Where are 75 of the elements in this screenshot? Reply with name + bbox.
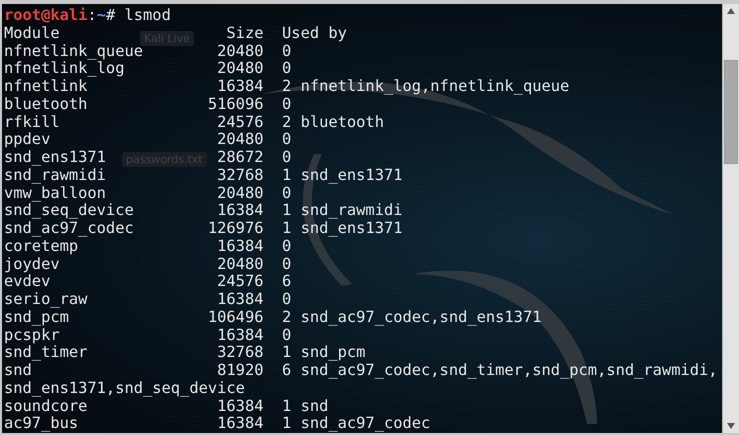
module-size: 20480 — [217, 42, 264, 60]
module-name: nfnetlink_queue — [4, 42, 143, 60]
module-name: nfnetlink — [4, 77, 88, 95]
module-name: bluetooth — [4, 94, 88, 113]
module-name: evdev — [4, 272, 50, 290]
module-size: 81920 — [217, 361, 264, 379]
module-size: 32768 — [217, 343, 264, 362]
module-used-by: 1 snd_ens1371 — [282, 219, 402, 237]
module-used-by: 0 — [282, 184, 292, 202]
column-header: Size — [226, 24, 264, 42]
module-size: 20480 — [217, 59, 264, 78]
module-size: 16384 — [217, 201, 264, 220]
scroll-up-icon[interactable] — [727, 8, 735, 14]
module-size: 16384 — [217, 290, 264, 308]
module-name: snd_ac97_codec — [4, 219, 134, 237]
module-name: snd_pcm — [4, 308, 69, 326]
module-name: joydev — [4, 254, 60, 272]
module-name: serio_raw — [4, 290, 88, 308]
module-name: ppdev — [4, 130, 50, 148]
module-name: snd_timer — [4, 343, 88, 362]
module-used-by: 0 — [282, 326, 292, 344]
module-name: snd — [4, 361, 32, 379]
module-used-by: 0 — [282, 130, 292, 148]
module-size: 16384 — [217, 414, 264, 432]
column-header: Used by — [282, 24, 347, 42]
module-name: rfkill — [4, 112, 60, 130]
module-used-by: 1 snd_pcm — [282, 343, 366, 362]
module-size: 32768 — [217, 166, 264, 184]
module-used-by: 0 — [282, 148, 292, 166]
module-name: soundcore — [4, 396, 88, 414]
column-header: Module — [4, 24, 60, 42]
module-used-by: 2 bluetooth — [282, 112, 384, 130]
module-used-by: 0 — [282, 290, 292, 308]
module-name: coretemp — [4, 236, 78, 255]
prompt-path: ~ — [96, 7, 106, 25]
prompt-separator: : — [87, 7, 97, 25]
scroll-thumb[interactable] — [724, 60, 738, 164]
module-name: snd_seq_device — [4, 201, 134, 220]
module-used-by: 1 snd_ac97_codec — [282, 414, 430, 432]
module-used-by: 2 snd_ac97_codec,snd_ens1371 — [282, 308, 542, 326]
module-used-by: 2 nfnetlink_log,nfnetlink_queue — [282, 77, 570, 95]
module-size: 28672 — [217, 148, 264, 166]
module-name: nfnetlink_log — [4, 59, 124, 78]
module-size: 20480 — [217, 254, 264, 272]
module-used-by: 0 — [282, 254, 292, 272]
module-size: 16384 — [217, 236, 264, 255]
module-name: vmw_balloon — [4, 184, 106, 202]
module-used-by: 1 snd — [282, 396, 328, 414]
module-used-by: 0 — [282, 59, 292, 78]
module-size: 24576 — [217, 112, 264, 130]
scrollbar[interactable] — [722, 4, 739, 433]
module-name: snd_ens1371 — [4, 148, 106, 166]
module-used-by: snd_ens1371,snd_seq_device — [4, 378, 245, 397]
prompt-user-host: root@kali — [4, 7, 88, 25]
module-name: snd_rawmidi — [4, 166, 106, 184]
module-name: ac97_bus — [4, 414, 78, 432]
module-size: 20480 — [217, 130, 264, 148]
module-size: 16384 — [217, 396, 264, 414]
module-used-by: 1 snd_ens1371 — [282, 166, 402, 184]
prompt-command: # lsmod — [106, 7, 171, 25]
module-size: 16384 — [217, 77, 264, 95]
module-name: pcspkr — [4, 326, 60, 344]
module-used-by: 0 — [282, 236, 292, 255]
module-used-by: 6 snd_ac97_codec,snd_timer,snd_pcm,snd_rawmidi, — [282, 361, 718, 379]
module-size: 516096 — [208, 94, 264, 113]
module-size: 24576 — [217, 272, 264, 290]
module-size: 16384 — [217, 326, 264, 344]
module-used-by: 0 — [282, 42, 292, 60]
module-used-by: 0 — [282, 94, 292, 113]
module-size: 106496 — [208, 308, 264, 326]
module-size: 126976 — [208, 219, 264, 237]
scroll-down-icon[interactable] — [727, 423, 735, 429]
module-used-by: 1 snd_rawmidi — [282, 201, 402, 220]
module-used-by: 6 — [282, 272, 292, 290]
module-size: 20480 — [217, 184, 264, 202]
